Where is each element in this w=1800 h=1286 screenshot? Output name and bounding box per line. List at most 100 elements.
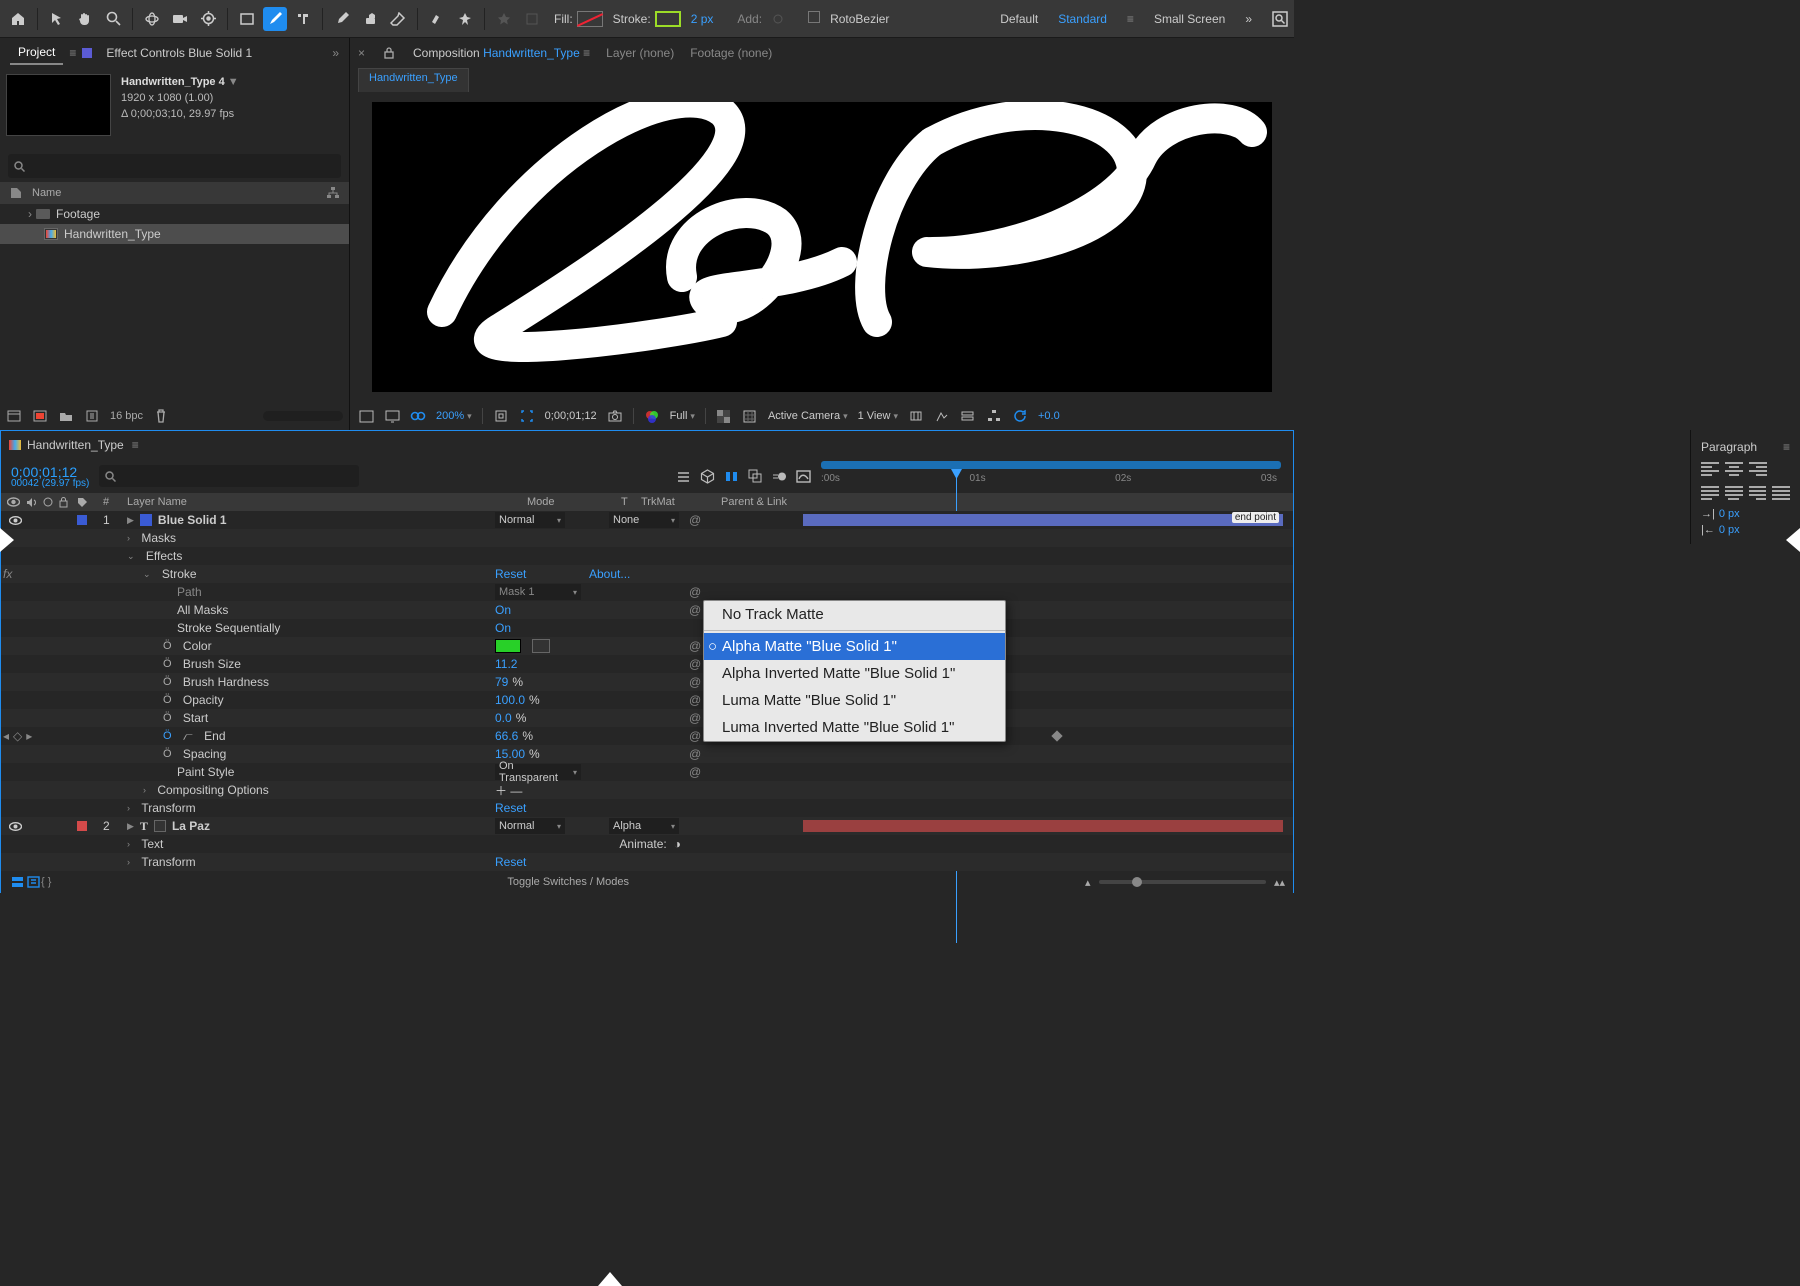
brush-tool-icon[interactable] bbox=[330, 7, 354, 31]
layer-name[interactable]: La Paz bbox=[172, 819, 210, 833]
zoom-slider[interactable] bbox=[1099, 880, 1266, 884]
parent-column[interactable]: Parent & Link bbox=[717, 493, 835, 511]
pan-behind-tool-icon[interactable] bbox=[196, 7, 220, 31]
render-queue-icon[interactable] bbox=[25, 874, 41, 890]
project-tree[interactable]: › Footage Handwritten_Type bbox=[0, 204, 349, 402]
align-right-icon[interactable] bbox=[1749, 462, 1767, 478]
orbit-tool-icon[interactable] bbox=[140, 7, 164, 31]
prev-keyframe-icon[interactable]: ◂ bbox=[3, 729, 9, 743]
layer-row[interactable]: 2 ▶ T La Paz Normal Alpha bbox=[1, 817, 1293, 835]
lock-viewer-icon[interactable] bbox=[381, 45, 397, 61]
comp-thumbnail[interactable] bbox=[6, 74, 111, 136]
trkmat-column[interactable]: TrkMat bbox=[637, 493, 717, 511]
group-masks[interactable]: › Masks bbox=[1, 529, 1293, 547]
color-swatch[interactable] bbox=[495, 639, 521, 653]
bit-depth[interactable]: 16 bpc bbox=[110, 410, 143, 422]
layer-bar[interactable] bbox=[803, 514, 1283, 526]
group-compositing[interactable]: › Compositing Options＋ — bbox=[1, 781, 1293, 799]
hand-tool-icon[interactable] bbox=[73, 7, 97, 31]
pixel-aspect-icon[interactable] bbox=[908, 408, 924, 424]
trkmat-dd[interactable]: Alpha bbox=[609, 818, 679, 834]
timeline-icon[interactable] bbox=[960, 408, 976, 424]
prop-brushsize[interactable]: Ö Brush Size11.2@ bbox=[1, 655, 1293, 673]
prop-end[interactable]: ◂◇▸ Ö ⦧ End 66.6% @ bbox=[1, 727, 1293, 745]
rect-tool-icon[interactable] bbox=[235, 7, 259, 31]
fast-previews-icon[interactable] bbox=[934, 408, 950, 424]
toggle-switches-modes[interactable]: Toggle Switches / Modes bbox=[51, 876, 1085, 888]
align-center-icon[interactable] bbox=[1725, 462, 1743, 478]
prop-opacity[interactable]: Ö Opacity100.0%@ bbox=[1, 691, 1293, 709]
add-keyframe-icon[interactable]: ◇ bbox=[13, 729, 22, 743]
justify-all-icon[interactable] bbox=[1772, 486, 1790, 502]
trkmat-option-luma[interactable]: Luma Matte "Blue Solid 1" bbox=[704, 687, 1005, 714]
workspace-default[interactable]: Default bbox=[1000, 12, 1038, 26]
group-transform-1[interactable]: › TransformReset bbox=[1, 799, 1293, 817]
flowchart-icon[interactable] bbox=[327, 187, 339, 199]
trkmat-option-alpha-inv[interactable]: Alpha Inverted Matte "Blue Solid 1" bbox=[704, 660, 1005, 687]
zoom-in-icon[interactable]: ▴▴ bbox=[1274, 876, 1285, 889]
prop-start[interactable]: Ö Start0.0%@ bbox=[1, 709, 1293, 727]
prop-spacing[interactable]: Ö Spacing15.00%@ bbox=[1, 745, 1293, 763]
indent-right-value[interactable]: 0 px bbox=[1719, 524, 1740, 536]
channel-icon[interactable] bbox=[644, 408, 660, 424]
workspace-standard[interactable]: Standard bbox=[1058, 12, 1107, 26]
reset-exposure-icon[interactable] bbox=[1012, 408, 1028, 424]
exposure-value[interactable]: +0.0 bbox=[1038, 410, 1060, 422]
eye-icon[interactable] bbox=[9, 516, 22, 525]
snapshot-icon[interactable] bbox=[607, 408, 623, 424]
composition-tab[interactable]: Composition Handwritten_Type ≡ bbox=[413, 46, 590, 60]
footage-tab[interactable]: Footage (none) bbox=[690, 46, 772, 60]
label-column-icon[interactable] bbox=[10, 187, 32, 199]
twirl-icon[interactable]: ▶ bbox=[127, 515, 134, 526]
magnification-icon[interactable] bbox=[358, 408, 374, 424]
justify-center-icon[interactable] bbox=[1725, 486, 1743, 502]
effect-reset[interactable]: Reset bbox=[495, 567, 526, 581]
search-help-icon[interactable] bbox=[1272, 11, 1288, 27]
keyframe-icon[interactable] bbox=[1051, 730, 1062, 741]
toggle-switches-icon[interactable] bbox=[9, 874, 25, 890]
overflow-icon[interactable]: » bbox=[1245, 12, 1252, 26]
hide-shy-icon[interactable] bbox=[723, 468, 739, 484]
group-text[interactable]: › TextAnimate:◑ bbox=[1, 835, 1293, 853]
track-matte-menu[interactable]: No Track Matte Alpha Matte "Blue Solid 1… bbox=[703, 600, 1006, 742]
justify-right-icon[interactable] bbox=[1749, 486, 1767, 502]
snap-icon[interactable] bbox=[520, 7, 544, 31]
trkmat-dd[interactable]: None bbox=[609, 512, 679, 528]
layer-name-column[interactable]: Layer Name bbox=[123, 493, 523, 511]
motion-blur-icon[interactable] bbox=[771, 468, 787, 484]
trash-icon[interactable] bbox=[153, 408, 169, 424]
camera-dd[interactable]: Active Camera bbox=[768, 410, 848, 422]
workspace-menu-icon[interactable]: ≡ bbox=[1127, 12, 1134, 26]
indent-left-value[interactable]: 0 px bbox=[1719, 508, 1740, 520]
prop-paintstyle[interactable]: Paint StyleOn Transparent@ bbox=[1, 763, 1293, 781]
mode-column[interactable]: Mode bbox=[523, 493, 617, 511]
mask-visibility-icon[interactable] bbox=[410, 408, 426, 424]
paintstyle-dd[interactable]: On Transparent bbox=[495, 764, 581, 780]
solo-column-icon[interactable] bbox=[43, 497, 53, 507]
text-tool-icon[interactable] bbox=[291, 7, 315, 31]
path-dd[interactable]: Mask 1 bbox=[495, 584, 581, 600]
views-dd[interactable]: 1 View bbox=[858, 410, 898, 422]
twirl-icon[interactable]: ▶ bbox=[127, 821, 134, 832]
prop-color[interactable]: Ö Color @ bbox=[1, 637, 1293, 655]
star-favorite-icon[interactable] bbox=[492, 7, 516, 31]
guides-icon[interactable] bbox=[742, 408, 758, 424]
clone-stamp-icon[interactable] bbox=[358, 7, 382, 31]
trkmat-option-none[interactable]: No Track Matte bbox=[704, 601, 1005, 628]
frame-blend-icon[interactable] bbox=[747, 468, 763, 484]
marker-endpoint[interactable]: end point bbox=[1232, 512, 1279, 523]
eyedropper-icon[interactable] bbox=[532, 639, 550, 653]
align-left-icon[interactable] bbox=[1701, 462, 1719, 478]
fill-swatch[interactable] bbox=[577, 11, 603, 27]
viewer-subtab[interactable]: Handwritten_Type bbox=[358, 68, 469, 92]
prop-path[interactable]: PathMask 1@ bbox=[1, 583, 1293, 601]
resolution-dd[interactable]: Full bbox=[670, 410, 695, 422]
animate-menu-icon[interactable]: ◑ bbox=[674, 837, 681, 851]
region-of-interest-icon[interactable] bbox=[519, 408, 535, 424]
project-search-input[interactable] bbox=[8, 154, 341, 178]
composition-canvas[interactable] bbox=[372, 102, 1272, 392]
eye-icon[interactable] bbox=[9, 822, 22, 831]
stopwatch-icon[interactable]: Ö bbox=[163, 640, 172, 652]
stroke-swatch[interactable] bbox=[655, 11, 681, 27]
video-column-icon[interactable] bbox=[7, 497, 20, 507]
